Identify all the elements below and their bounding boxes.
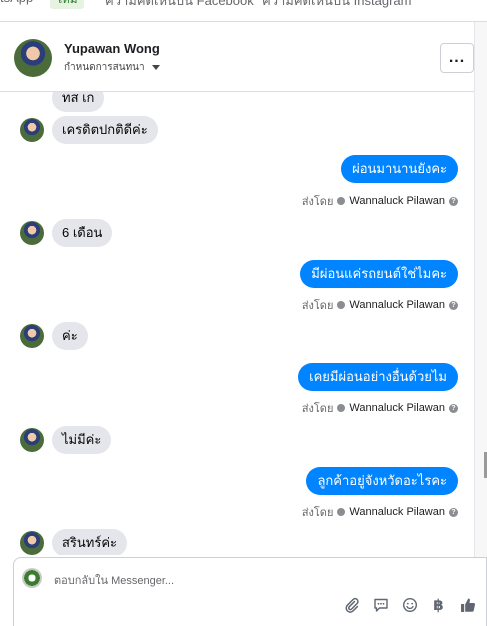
- tab-facebook-comments[interactable]: ความคิดเห็นบน Facebook: [105, 0, 254, 11]
- sender-avatar: [20, 428, 44, 452]
- message-thread[interactable]: ทส เก เครดิตปกติดีค่ะ ผ่อนมานานยังคะ ส่ง…: [0, 92, 474, 555]
- new-badge: ใหม่: [50, 0, 84, 9]
- sender-avatar: [20, 118, 44, 142]
- message-row: ค่ะ: [0, 322, 474, 350]
- incoming-message: ทส เก: [52, 92, 105, 112]
- sent-by-line: ส่งโดย Wannaluck Pilawan ?: [302, 399, 458, 417]
- sender-name: Wannaluck Pilawan: [349, 402, 445, 414]
- caret-down-icon: [151, 65, 160, 70]
- outgoing-message: มีผ่อนแค่รถยนต์ใช่ไมคะ: [300, 260, 458, 288]
- sent-by-prefix: ส่งโดย: [301, 403, 334, 415]
- message-row: เคยมีผ่อนอย่างอื่นด้วยไม ส่งโดย Wannaluc…: [0, 363, 474, 415]
- sender-name: Wannaluck Pilawan: [349, 506, 445, 518]
- baht-icon[interactable]: ฿: [430, 596, 447, 614]
- composer-toolbar: ฿: [343, 596, 476, 614]
- message-row: สรินทร์ค่ะ: [0, 529, 474, 555]
- sent-by-line: ส่งโดย Wannaluck Pilawan ?: [302, 503, 458, 521]
- sent-by-prefix: ส่งโดย: [301, 507, 334, 519]
- scrollbar-track[interactable]: [474, 22, 487, 626]
- outgoing-message: ผ่อนมานานยังคะ: [341, 155, 458, 183]
- sent-by-line: ส่งโดย Wannaluck Pilawan ?: [302, 192, 458, 210]
- sent-check-icon: [337, 508, 346, 516]
- message-row: ผ่อนมานานยังคะ ส่งโดย Wannaluck Pilawan …: [0, 155, 474, 210]
- saved-reply-icon[interactable]: [372, 596, 389, 613]
- sent-check-icon: [337, 301, 346, 309]
- tab-whatsapp[interactable]: tsApp: [0, 0, 33, 5]
- sent-by-line: ส่งโดย Wannaluck Pilawan ?: [302, 296, 458, 314]
- channel-tabs: tsApp ใหม่ ความคิดเห็นบน Facebook ความคิ…: [0, 0, 487, 22]
- emoji-icon[interactable]: [401, 596, 418, 613]
- incoming-message: เครดิตปกติดีค่ะ: [52, 116, 158, 144]
- contact-avatar[interactable]: [14, 39, 52, 77]
- sender-name: Wannaluck Pilawan: [349, 299, 445, 311]
- message-row: 6 เดือน: [0, 219, 474, 247]
- help-icon[interactable]: ?: [449, 507, 458, 517]
- help-icon[interactable]: ?: [449, 403, 458, 413]
- page-avatar: [22, 568, 42, 588]
- help-icon[interactable]: ?: [449, 300, 458, 310]
- sent-check-icon: [337, 197, 346, 205]
- help-icon[interactable]: ?: [449, 196, 458, 206]
- contact-name[interactable]: Yupawan Wong: [64, 41, 160, 56]
- incoming-message: ค่ะ: [52, 322, 88, 350]
- incoming-message: ไม่มีค่ะ: [52, 426, 112, 454]
- tab-instagram-comments[interactable]: ความคิดเห็นบน Instagram: [262, 0, 411, 11]
- sender-avatar: [20, 324, 44, 348]
- sent-check-icon: [337, 404, 346, 412]
- assign-conversation-dropdown[interactable]: กำหนดการสนทนา: [64, 60, 160, 75]
- incoming-message: 6 เดือน: [52, 219, 113, 247]
- messenger-panel: tsApp ใหม่ ความคิดเห็นบน Facebook ความคิ…: [0, 0, 487, 626]
- assign-label: กำหนดการสนทนา: [64, 62, 145, 73]
- sender-avatar: [20, 221, 44, 245]
- more-options-button[interactable]: ...: [440, 43, 474, 73]
- message-row: ไม่มีค่ะ: [0, 426, 474, 454]
- reply-input[interactable]: ตอบกลับใน Messenger...: [54, 571, 174, 589]
- reply-composer: ตอบกลับใน Messenger... ฿: [13, 557, 487, 626]
- message-row: เครดิตปกติดีค่ะ: [0, 116, 474, 144]
- conversation-header: Yupawan Wong กำหนดการสนทนา ...: [0, 22, 474, 92]
- incoming-message: สรินทร์ค่ะ: [52, 529, 128, 555]
- message-row: ลูกค้าอยู่จังหวัดอะไรคะ ส่งโดย Wannaluck…: [0, 467, 474, 519]
- attach-icon[interactable]: [343, 596, 360, 613]
- sent-by-prefix: ส่งโดย: [301, 300, 334, 312]
- message-row: มีผ่อนแค่รถยนต์ใช่ไมคะ ส่งโดย Wannaluck …: [0, 260, 474, 312]
- sender-avatar: [20, 531, 44, 555]
- outgoing-message: เคยมีผ่อนอย่างอื่นด้วยไม: [298, 363, 458, 391]
- outgoing-message: ลูกค้าอยู่จังหวัดอะไรคะ: [306, 467, 458, 495]
- sent-by-prefix: ส่งโดย: [301, 196, 334, 208]
- sender-name: Wannaluck Pilawan: [349, 195, 445, 207]
- message-row: ทส เก: [0, 92, 474, 112]
- thumbs-up-icon[interactable]: [459, 596, 476, 613]
